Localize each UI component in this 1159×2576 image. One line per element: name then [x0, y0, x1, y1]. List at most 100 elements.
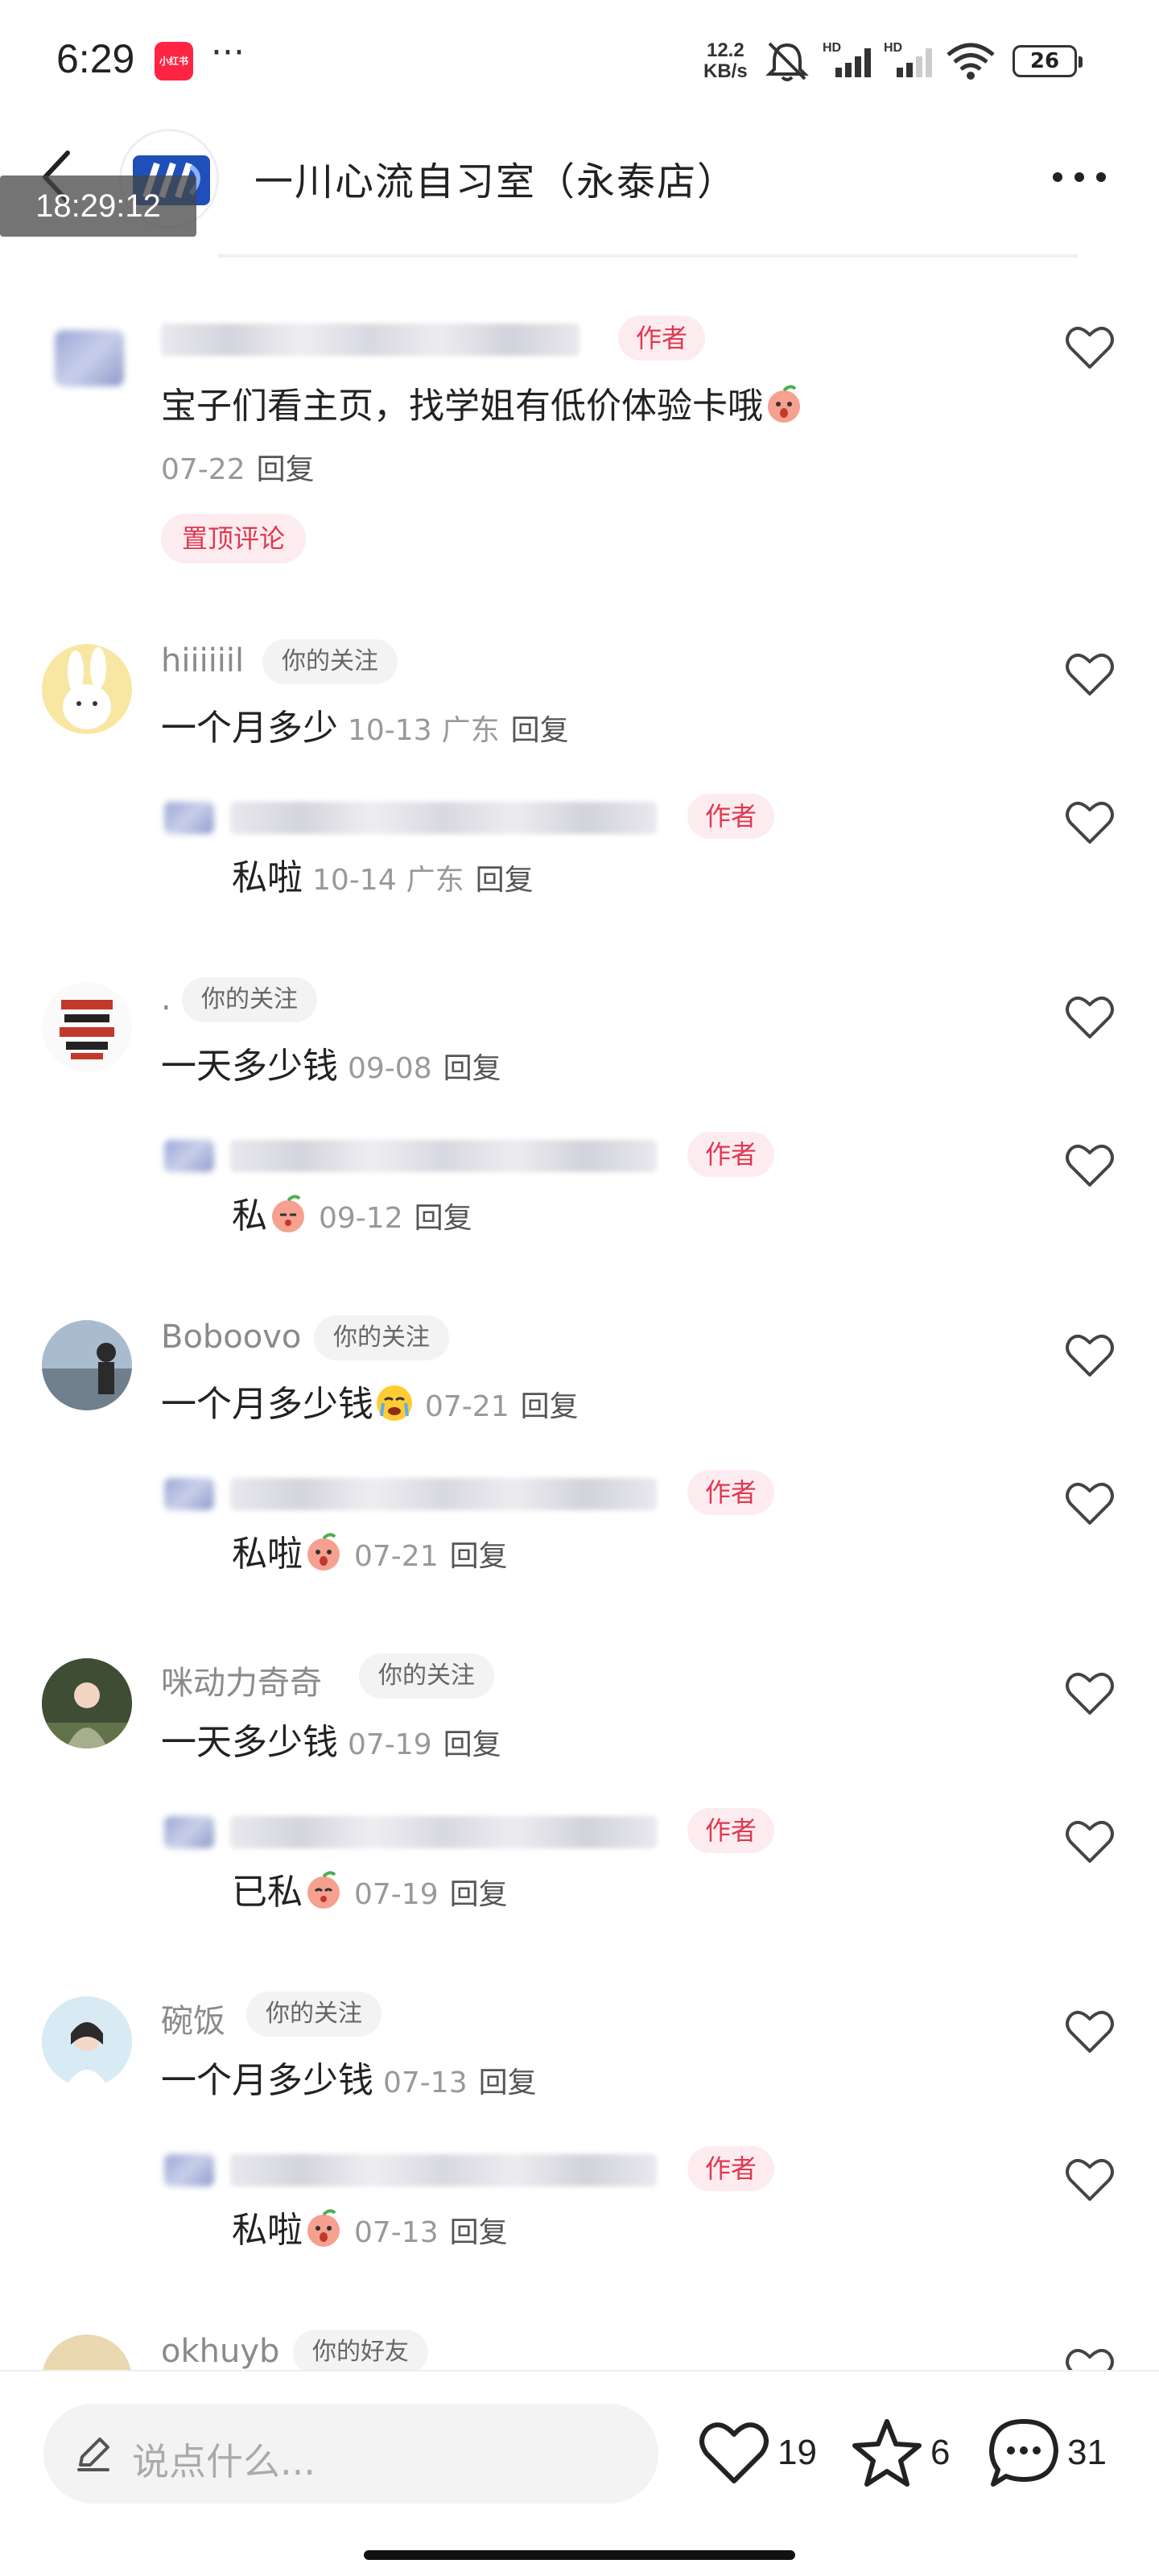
username-blurred [161, 324, 580, 356]
reply-button[interactable]: 回复 [450, 1878, 508, 1911]
comment-date: 10-13 [348, 714, 432, 747]
reply-text: 私啦 07-13 回复 [232, 2201, 508, 2252]
like-heart-icon[interactable] [1064, 2008, 1116, 2056]
like-heart-icon[interactable] [1064, 2346, 1116, 2370]
like-button[interactable]: 19 [697, 2417, 842, 2489]
comment-text: 一个月多少 10-13 广东 回复 [161, 699, 569, 750]
photo-avatar-icon [42, 1996, 132, 2087]
reply-button[interactable]: 回复 [443, 1728, 501, 1761]
reply-avatar[interactable] [164, 2154, 214, 2186]
reply-button[interactable]: 回复 [479, 2066, 537, 2099]
reply-username-blurred [230, 1140, 657, 1172]
avatar[interactable] [42, 1658, 132, 1748]
reply-avatar[interactable] [164, 1140, 214, 1172]
like-heart-icon[interactable] [1064, 2156, 1116, 2204]
avatar[interactable] [42, 644, 132, 734]
reply-content: 私啦 [232, 857, 303, 898]
comment-date: 07-19 [348, 1728, 432, 1761]
comments-button[interactable]: 31 [987, 2417, 1132, 2489]
like-heart-icon[interactable] [1064, 650, 1116, 699]
like-heart-icon[interactable] [1064, 1818, 1116, 1866]
avatar[interactable] [42, 1996, 132, 2087]
comment-text: 一个月多少钱 07-13 回复 [161, 2051, 537, 2103]
username[interactable]: okhuyb [161, 2333, 279, 2370]
reply-content: 私啦 [232, 2210, 303, 2251]
reply-button[interactable]: 回复 [521, 1390, 579, 1423]
username[interactable]: hiiiiiil [161, 642, 244, 679]
like-heart-icon[interactable] [1064, 993, 1116, 1042]
comment-text: 宝子们看主页，找学姐有低价体验卡哦 [161, 377, 805, 428]
reply-avatar[interactable] [164, 802, 214, 834]
network-speed: 12.2 KB/s [703, 40, 748, 82]
signal-hd-2-icon: HD [884, 41, 932, 77]
favorite-count: 6 [930, 2433, 951, 2472]
username[interactable]: . [161, 980, 171, 1018]
reply-button[interactable]: 回复 [476, 864, 534, 897]
like-heart-icon[interactable] [1064, 799, 1116, 847]
reply-content: 私啦 [232, 1534, 303, 1575]
chat-bubble-icon [989, 2419, 1058, 2487]
username[interactable]: 咪动力奇奇 [161, 1657, 322, 1703]
reply-text: 私啦 07-21 回复 [232, 1525, 508, 1576]
avatar[interactable] [42, 1320, 132, 1410]
comment-date: 07-21 [425, 1390, 509, 1423]
reply-date: 09-12 [319, 1202, 403, 1235]
rabbit-avatar-icon [42, 644, 132, 734]
reply-date: 10-14 [312, 864, 397, 897]
avatar[interactable] [55, 330, 124, 386]
reply-button[interactable]: 回复 [450, 1540, 508, 1573]
avatar[interactable] [42, 982, 132, 1072]
heart-icon [699, 2422, 769, 2483]
mute-bell-icon [765, 42, 809, 81]
home-indicator[interactable] [364, 2550, 795, 2560]
like-heart-icon[interactable] [1064, 1331, 1116, 1380]
reply-avatar[interactable] [164, 1478, 214, 1510]
status-time: 6:29 [56, 36, 135, 81]
reply-button[interactable]: 回复 [415, 1202, 472, 1235]
username[interactable]: 碗饭 [161, 1995, 225, 2041]
photo-avatar-icon [42, 1320, 132, 1410]
reply-avatar[interactable] [164, 1816, 214, 1848]
author-tag: 作者 [618, 316, 706, 361]
reply-button[interactable]: 回复 [511, 714, 569, 747]
wifi-icon [947, 43, 995, 80]
comment-count: 31 [1067, 2433, 1107, 2472]
network-speed-value: 12.2 [706, 39, 744, 61]
more-options-icon[interactable] [1043, 153, 1116, 201]
like-count: 19 [777, 2433, 817, 2472]
study-poster-avatar-icon [42, 982, 132, 1072]
like-heart-icon[interactable] [1064, 1480, 1116, 1528]
reply-date: 07-21 [354, 1540, 439, 1573]
author-tag: 作者 [687, 1808, 775, 1853]
battery-indicator: 26 [1013, 45, 1083, 77]
like-heart-icon[interactable] [1064, 1670, 1116, 1718]
comment-text: 一天多少钱 07-19 回复 [161, 1713, 501, 1765]
reply-content: 已私 [232, 1872, 303, 1913]
reply-button[interactable]: 回复 [450, 2216, 508, 2249]
username[interactable]: Boboovo [161, 1319, 301, 1356]
reply-button[interactable]: 回复 [257, 453, 315, 486]
timestamp-overlay: 18:29:12 [0, 175, 196, 237]
peach-emoji-icon [307, 2209, 340, 2247]
follow-tag: 你的关注 [182, 977, 317, 1022]
svg-text:HD: HD [884, 41, 902, 55]
comment-input[interactable]: 说点什么... [43, 2404, 658, 2504]
status-bar: 6:29 小红书 ··· 12.2 KB/s HD HD 26 [0, 0, 1159, 121]
favorite-button[interactable]: 6 [850, 2417, 971, 2489]
avatar[interactable] [42, 2334, 132, 2370]
like-heart-icon[interactable] [1064, 1141, 1116, 1190]
reply-button[interactable]: 回复 [443, 1052, 501, 1085]
peach-emoji-icon [272, 1195, 304, 1232]
comment-date: 09-08 [348, 1052, 432, 1085]
comment-content: 一个月多少钱 [161, 2060, 373, 2101]
reply-text: 私啦 10-14 广东 回复 [232, 848, 534, 900]
reply-location: 广东 [406, 864, 464, 897]
comment-content: 一天多少钱 [161, 1046, 338, 1087]
network-speed-unit: KB/s [703, 60, 748, 82]
comment-item: okhuyb 你的好友 [0, 2326, 1159, 2370]
reply-username-blurred [230, 1816, 657, 1848]
comment-text: 一天多少钱 09-08 回复 [161, 1037, 501, 1088]
divider [217, 254, 1079, 258]
crying-emoji-icon [377, 1385, 412, 1421]
like-heart-icon[interactable] [1064, 324, 1116, 372]
